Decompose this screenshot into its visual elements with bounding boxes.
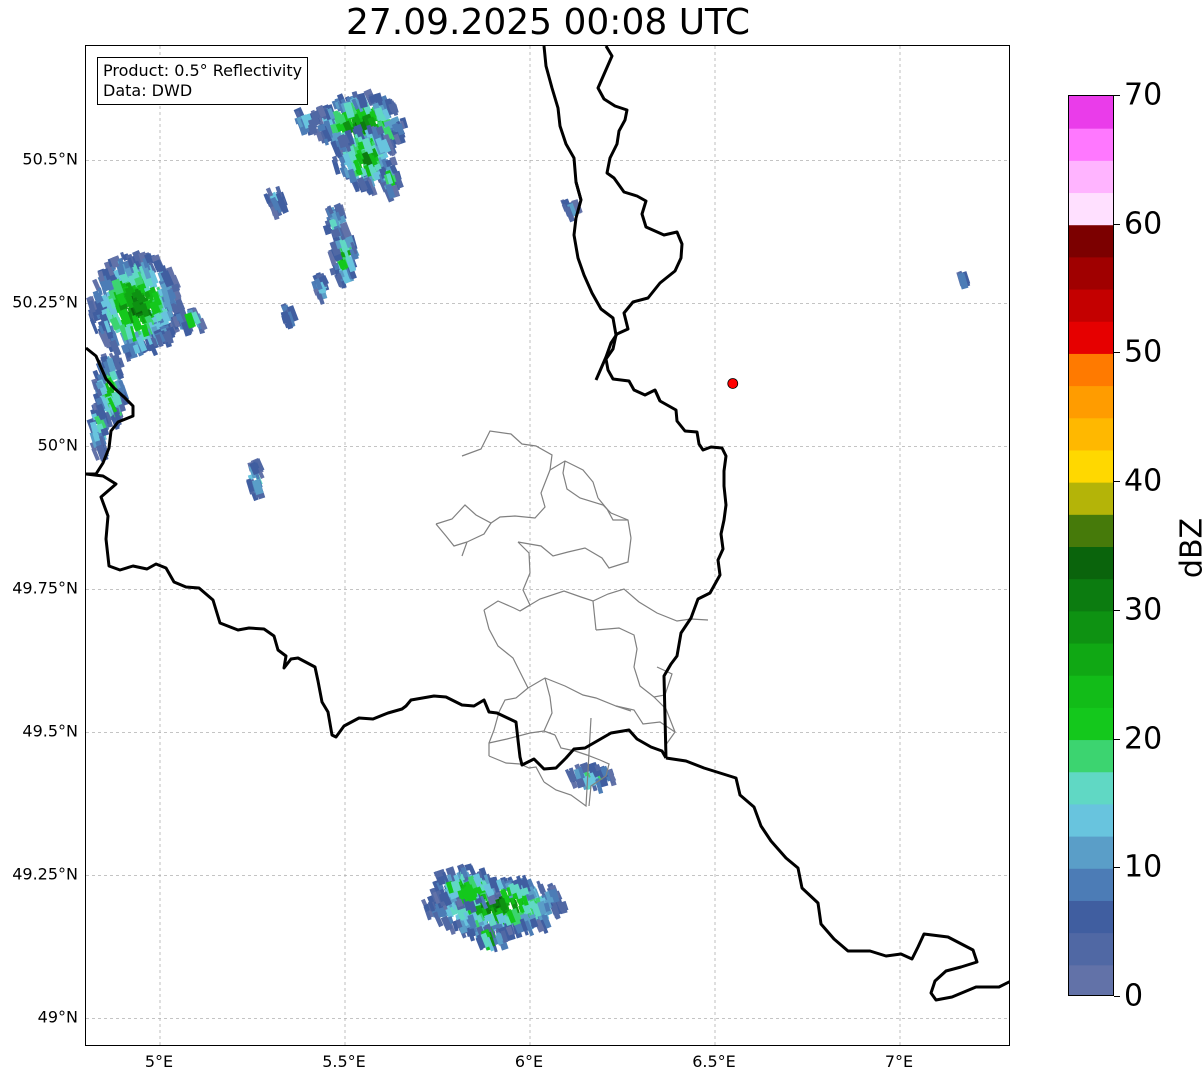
- colorbar-bin: [1069, 192, 1113, 226]
- lat-tick-label: 50.25°N: [12, 292, 78, 312]
- colorbar-bin: [1069, 449, 1113, 483]
- colorbar-tick-label: 50: [1124, 334, 1163, 370]
- colorbar-bin: [1069, 836, 1113, 869]
- lat-tick-label: 49.25°N: [12, 864, 78, 884]
- colorbar-tick-mark: [1114, 609, 1120, 611]
- colorbar-bin: [1069, 707, 1113, 741]
- colorbar-bin: [1069, 96, 1113, 129]
- colorbar-tick-label: 10: [1124, 849, 1163, 885]
- colorbar-tick-mark: [1114, 352, 1120, 354]
- colorbar-bin: [1069, 160, 1113, 194]
- colorbar-bin: [1069, 803, 1113, 837]
- colorbar-tick-mark: [1114, 738, 1120, 740]
- colorbar-bin: [1069, 610, 1113, 644]
- radar-echoes: [86, 88, 971, 953]
- colorbar-tick-mark: [1114, 481, 1120, 483]
- colorbar-bin: [1069, 546, 1113, 580]
- colorbar-bin: [1069, 417, 1113, 451]
- lat-tick-label: 49.5°N: [22, 721, 78, 741]
- colorbar-tick-mark: [1114, 223, 1120, 225]
- colorbar-tick-label: 60: [1124, 206, 1163, 242]
- colorbar: [1068, 95, 1114, 996]
- colorbar-bin: [1069, 643, 1113, 676]
- colorbar-bin: [1069, 932, 1113, 966]
- lon-tick-label: 6°E: [514, 1052, 544, 1071]
- colorbar-bin: [1069, 385, 1113, 419]
- lat-tick-label: 49°N: [37, 1007, 78, 1027]
- lon-tick-label: 7°E: [884, 1052, 914, 1071]
- lat-tick-label: 49.75°N: [12, 578, 78, 598]
- colorbar-bin: [1069, 771, 1113, 805]
- colorbar-bin: [1069, 289, 1113, 322]
- national-borders: [86, 46, 1009, 1002]
- colorbar-bin: [1069, 868, 1113, 901]
- colorbar-bin: [1069, 578, 1113, 612]
- colorbar-tick-label: 30: [1124, 592, 1163, 628]
- colorbar-tick-label: 70: [1124, 77, 1163, 113]
- colorbar-bin: [1069, 353, 1113, 387]
- colorbar-tick-label: 0: [1124, 978, 1144, 1014]
- colorbar-label: dBZ: [1174, 517, 1202, 579]
- map-canvas: [86, 46, 1009, 1045]
- lat-tick-label: 50.5°N: [22, 149, 78, 169]
- radar-site-marker-group: [727, 378, 739, 389]
- colorbar-tick-label: 40: [1124, 463, 1163, 499]
- reflectivity-cell: [468, 865, 476, 876]
- colorbar-bin: [1069, 675, 1113, 708]
- colorbar-tick-mark: [1114, 95, 1120, 96]
- map-frame[interactable]: [85, 45, 1010, 1046]
- colorbar-bin: [1069, 900, 1113, 934]
- product-label: Product: 0.5° Reflectivity: [103, 61, 303, 80]
- data-source-label: Data: DWD: [103, 81, 193, 100]
- lon-tick-label: 6.5°E: [692, 1052, 736, 1071]
- product-info-box: Product: 0.5° Reflectivity Data: DWD: [97, 57, 309, 105]
- lat-tick-label: 50°N: [37, 435, 78, 455]
- colorbar-tick-label: 20: [1124, 721, 1163, 757]
- lon-tick-label: 5°E: [144, 1052, 174, 1071]
- colorbar-bin: [1069, 128, 1113, 161]
- colorbar-bin: [1069, 739, 1113, 773]
- colorbar-tick-mark: [1114, 867, 1120, 869]
- colorbar-tick-mark: [1114, 996, 1120, 997]
- colorbar-bin: [1069, 321, 1113, 354]
- colorbar-bin: [1069, 482, 1113, 515]
- colorbar-bin: [1069, 514, 1113, 547]
- radar-site-marker[interactable]: [727, 378, 739, 389]
- colorbar-bin: [1069, 964, 1113, 995]
- colorbar-bin: [1069, 256, 1113, 290]
- colorbar-bin: [1069, 224, 1113, 258]
- chart-title: 27.09.2025 00:08 UTC: [345, 2, 751, 43]
- lon-tick-label: 5.5°E: [322, 1052, 366, 1071]
